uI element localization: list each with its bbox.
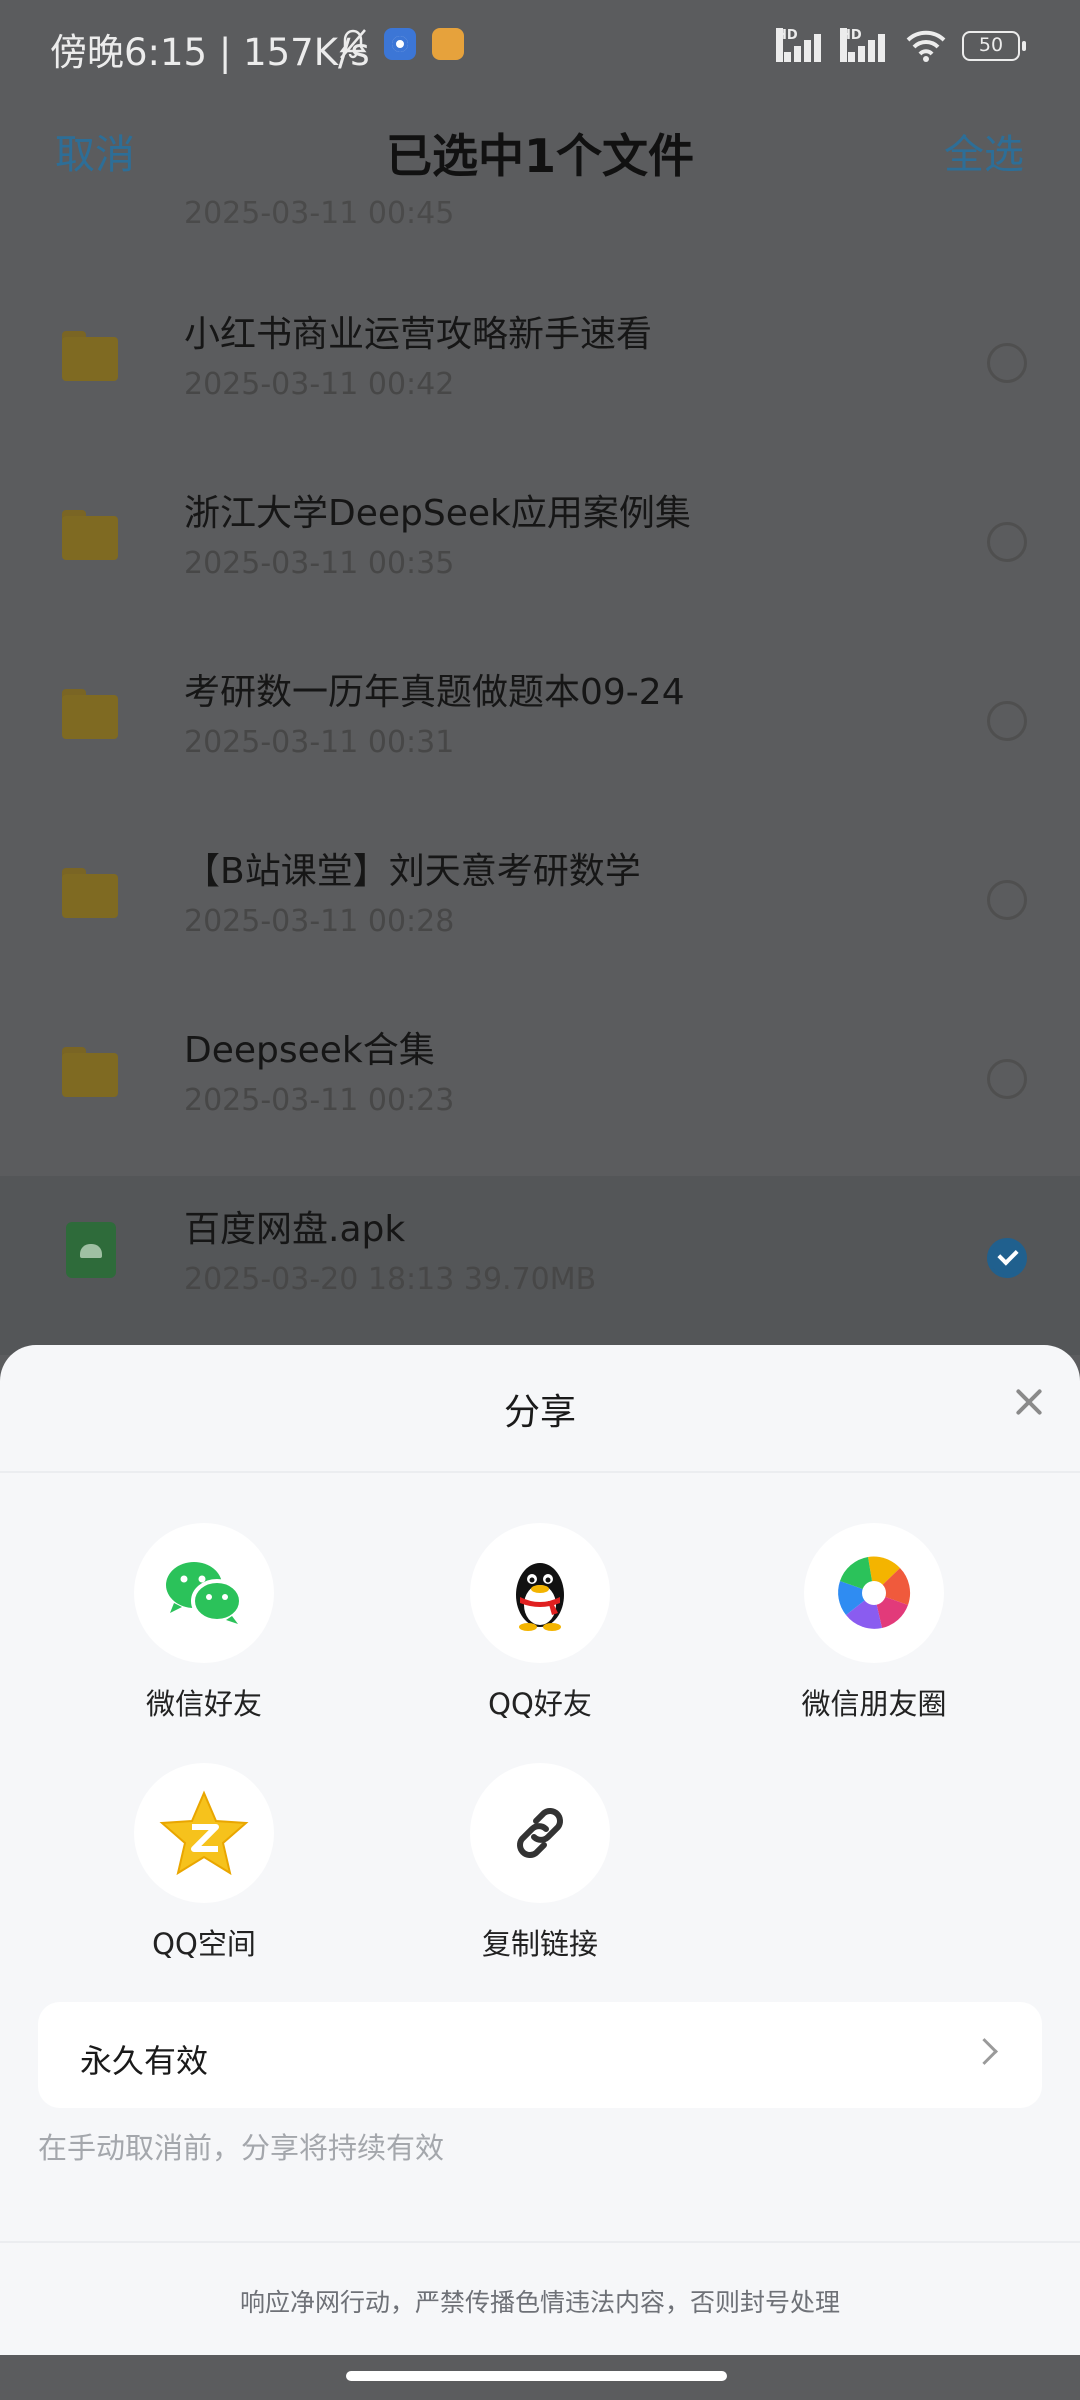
bell-muted-icon bbox=[339, 29, 367, 59]
validity-label: 永久有效 bbox=[80, 2042, 209, 2080]
file-row[interactable]: 考研数一历年真题做题本09-24 2025-03-11 00:31 bbox=[0, 639, 1080, 818]
status-bar: 傍晚6:15 | 157K/s HD HD 50 bbox=[0, 0, 1080, 90]
wifi-icon bbox=[906, 30, 946, 62]
file-row[interactable]: Deepseek合集 2025-03-11 00:23 bbox=[0, 997, 1080, 1176]
status-time: 傍晚6:15 | 157K/s bbox=[50, 31, 370, 74]
home-indicator[interactable] bbox=[346, 2371, 727, 2381]
file-row-selected[interactable]: 百度网盘.apk 2025-03-20 18:13 39.70MB bbox=[0, 1176, 1080, 1355]
select-radio[interactable] bbox=[987, 1059, 1027, 1099]
select-radio[interactable] bbox=[987, 701, 1027, 741]
link-icon bbox=[470, 1763, 610, 1903]
share-qq-button[interactable]: QQ好友 bbox=[430, 1523, 650, 1723]
validity-hint: 在手动取消前，分享将持续有效 bbox=[38, 2131, 445, 2165]
file-list: 小红书商业运营攻略新手速看 2025-03-11 00:42 浙江大学DeepS… bbox=[0, 281, 1080, 1355]
divider bbox=[0, 1471, 1080, 1473]
file-meta: 2025-03-20 18:13 39.70MB bbox=[184, 1262, 597, 1297]
file-name: Deepseek合集 bbox=[184, 1030, 435, 1071]
page-title: 已选中1个文件 bbox=[385, 129, 694, 183]
file-row[interactable]: 浙江大学DeepSeek应用案例集 2025-03-11 00:35 bbox=[0, 460, 1080, 639]
wechat-icon bbox=[134, 1523, 274, 1663]
share-label: 复制链接 bbox=[481, 1927, 598, 1961]
share-label: 微信好友 bbox=[145, 1687, 262, 1721]
share-sheet-title: 分享 bbox=[503, 1392, 576, 1433]
select-radio-checked[interactable] bbox=[987, 1238, 1027, 1278]
divider bbox=[0, 2241, 1080, 2243]
message-notification-icon bbox=[432, 28, 464, 60]
signal-icon-2: HD bbox=[840, 28, 890, 64]
file-meta: 2025-03-11 00:35 bbox=[184, 546, 455, 581]
copy-link-button[interactable]: 复制链接 bbox=[430, 1763, 650, 1963]
file-row[interactable]: 【B站课堂】刘天意考研数学 2025-03-11 00:28 bbox=[0, 818, 1080, 997]
qq-icon bbox=[470, 1523, 610, 1663]
share-label: 微信朋友圈 bbox=[801, 1687, 947, 1721]
share-moments-button[interactable]: 微信朋友圈 bbox=[764, 1523, 984, 1723]
chevron-right-icon bbox=[971, 2038, 998, 2065]
select-radio[interactable] bbox=[987, 880, 1027, 920]
folder-icon bbox=[62, 1047, 118, 1097]
app-notification-icon bbox=[384, 28, 416, 60]
select-radio[interactable] bbox=[987, 522, 1027, 562]
moments-icon bbox=[804, 1523, 944, 1663]
signal-icon: HD bbox=[776, 28, 826, 64]
validity-selector[interactable]: 永久有效 bbox=[38, 2002, 1042, 2108]
partial-row-meta: 2025-03-11 00:45 bbox=[184, 196, 455, 231]
share-sheet: 分享 微信好友 QQ好友 微信朋友圈 QQ空间 复制链接 永久有效 在手动取消前… bbox=[0, 1345, 1080, 2355]
folder-icon bbox=[62, 510, 118, 560]
footer-notice: 响应净网行动，严禁传播色情违法内容，否则封号处理 bbox=[239, 2288, 840, 2317]
folder-icon bbox=[62, 868, 118, 918]
folder-icon bbox=[62, 689, 118, 739]
file-meta: 2025-03-11 00:23 bbox=[184, 1083, 455, 1118]
apk-file-icon bbox=[66, 1222, 116, 1278]
file-name: 浙江大学DeepSeek应用案例集 bbox=[184, 493, 691, 534]
close-icon[interactable] bbox=[1014, 1387, 1044, 1417]
file-row[interactable]: 小红书商业运营攻略新手速看 2025-03-11 00:42 bbox=[0, 281, 1080, 460]
share-label: QQ空间 bbox=[152, 1927, 256, 1961]
select-all-button[interactable]: 全选 bbox=[944, 122, 1024, 180]
qzone-icon bbox=[134, 1763, 274, 1903]
battery-icon: 50 bbox=[962, 31, 1026, 61]
file-name: 百度网盘.apk bbox=[184, 1209, 406, 1250]
file-name: 考研数一历年真题做题本09-24 bbox=[184, 672, 685, 713]
file-meta: 2025-03-11 00:31 bbox=[184, 725, 455, 760]
select-radio[interactable] bbox=[987, 343, 1027, 383]
file-name: 小红书商业运营攻略新手速看 bbox=[184, 314, 653, 355]
share-qzone-button[interactable]: QQ空间 bbox=[94, 1763, 314, 1963]
share-label: QQ好友 bbox=[488, 1687, 592, 1721]
file-name: 【B站课堂】刘天意考研数学 bbox=[184, 851, 641, 892]
file-meta: 2025-03-11 00:28 bbox=[184, 904, 455, 939]
folder-icon bbox=[62, 331, 118, 381]
selection-top-bar: 取消 已选中1个文件 全选 bbox=[0, 100, 1080, 200]
file-meta: 2025-03-11 00:42 bbox=[184, 367, 455, 402]
share-wechat-button[interactable]: 微信好友 bbox=[94, 1523, 314, 1723]
